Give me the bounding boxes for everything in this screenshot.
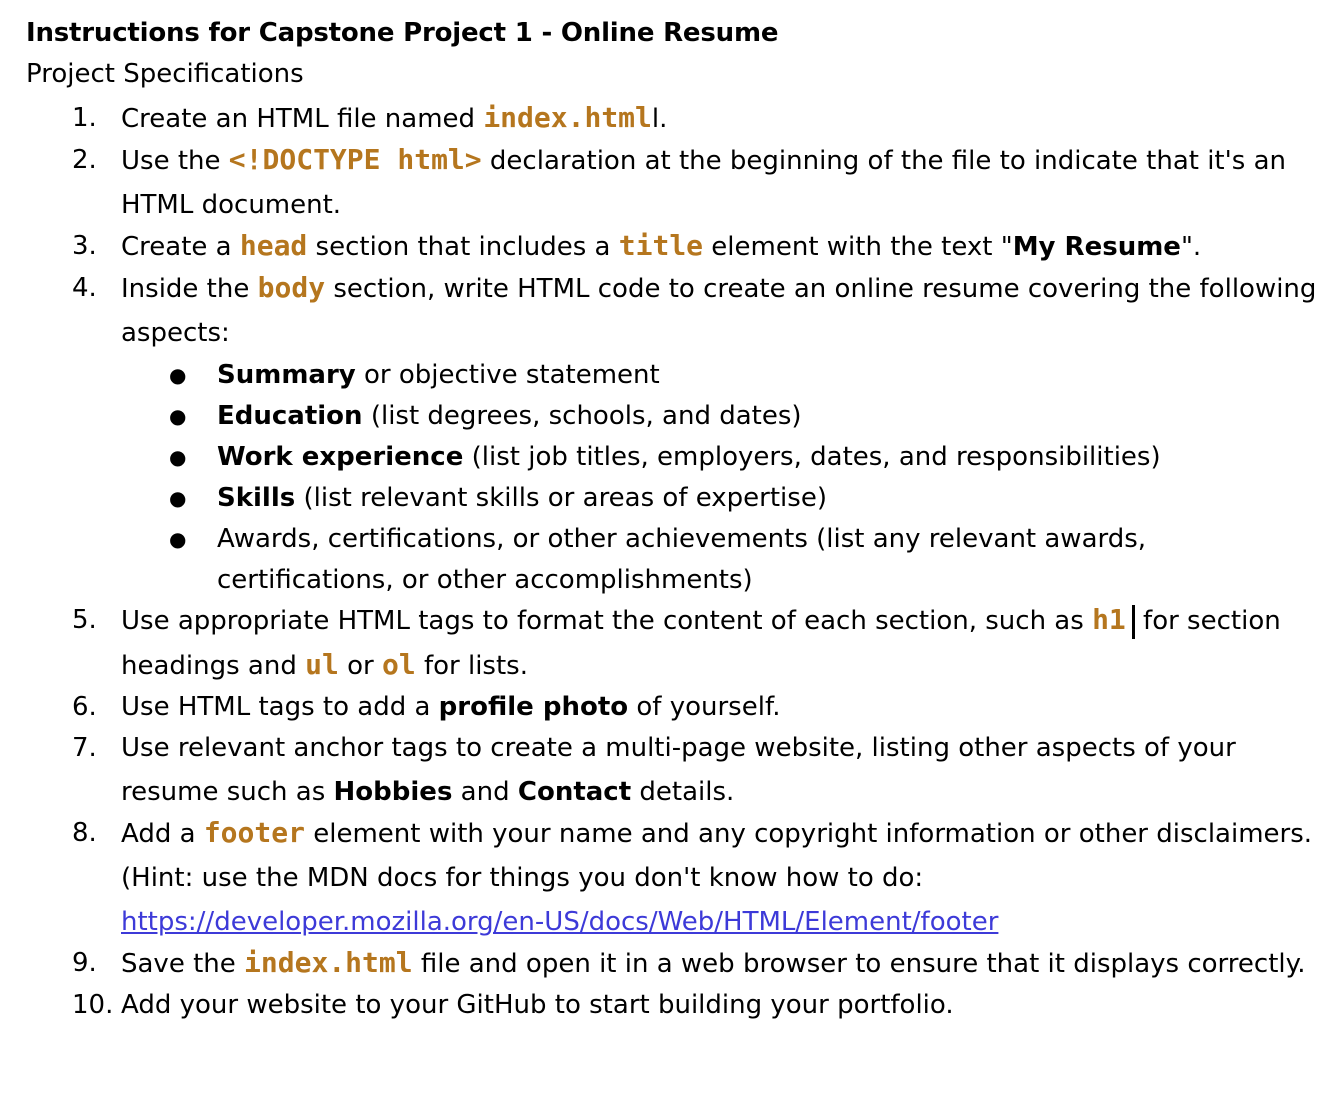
aspect-text: (list relevant skills or areas of expert… [295, 483, 827, 513]
aspect-text: (list degrees, schools, and dates) [362, 401, 802, 431]
step-number: 9. [72, 948, 97, 978]
aspect-item: ● Education (list degrees, schools, and … [121, 396, 1326, 437]
code-keyword: head [239, 229, 308, 262]
step-text: Create a [121, 232, 240, 262]
aspect-bold: Work experience [217, 442, 464, 472]
aspect-bold: Skills [217, 483, 296, 513]
steps-list: 1. Create an HTML file named index.htmll… [26, 96, 1326, 1027]
step-text: for lists. [415, 651, 528, 681]
step-text: element with the text " [703, 232, 1013, 262]
code-keyword: ol [381, 648, 416, 681]
step-text: and [452, 777, 518, 807]
step-text: or [338, 651, 382, 681]
step-item-2: 2. Use the <!DOCTYPE html> declaration a… [26, 138, 1326, 227]
code-keyword: title [618, 229, 704, 262]
aspect-text: Awards, certifications, or other achieve… [217, 524, 1147, 595]
step-item-3: 3. Create a head section that includes a… [26, 224, 1326, 269]
step-text: ". [1180, 232, 1202, 262]
step-number: 1. [72, 103, 97, 133]
step-text: Add your website to your GitHub to start… [121, 990, 954, 1020]
aspect-item: ● Awards, certifications, or other achie… [121, 519, 1326, 601]
bold-text: My Resume [1012, 232, 1181, 262]
bold-text: Contact [517, 777, 632, 807]
code-keyword: footer [203, 816, 305, 849]
bullet-icon: ● [169, 486, 187, 510]
bullet-icon: ● [169, 527, 187, 551]
step-text: Use the [121, 146, 229, 176]
document-title: Instructions for Capstone Project 1 - On… [26, 18, 779, 48]
step-number: 8. [72, 818, 97, 848]
step-text: Use HTML tags to add a [121, 692, 439, 722]
code-keyword: ul [305, 648, 339, 681]
step-text: Create an HTML file named [121, 104, 484, 134]
aspect-item: ● Skills (list relevant skills or areas … [121, 478, 1326, 519]
aspects-list: ● Summary or objective statement ● Educa… [121, 355, 1326, 601]
aspect-bold: Education [217, 401, 363, 431]
step-text: section that includes a [307, 232, 619, 262]
step-number: 3. [72, 231, 97, 261]
code-keyword: index.html [483, 101, 652, 134]
step-item-1: 1. Create an HTML file named index.htmll… [26, 96, 1326, 141]
aspect-item: ● Summary or objective statement [121, 355, 1326, 396]
bold-text: profile photo [438, 692, 629, 722]
step-item-10: 10. Add your website to your GitHub to s… [26, 983, 1326, 1027]
step-item-7: 7. Use relevant anchor tags to create a … [26, 726, 1326, 814]
bullet-icon: ● [169, 404, 187, 428]
step-item-9: 9. Save the index.html file and open it … [26, 941, 1326, 986]
code-keyword: h1 [1092, 603, 1126, 636]
code-keyword: <!DOCTYPE html> [228, 143, 482, 176]
step-number: 6. [72, 692, 97, 722]
aspect-item: ● Work experience (list job titles, empl… [121, 437, 1326, 478]
step-text: of yourself. [628, 692, 781, 722]
step-item-6: 6. Use HTML tags to add a profile photo … [26, 685, 1326, 729]
step-text: l. [651, 104, 668, 134]
step-text: Inside the [121, 274, 258, 304]
document: Instructions for Capstone Project 1 - On… [26, 14, 1326, 1024]
bold-text: Hobbies [333, 777, 453, 807]
step-number: 10. [72, 990, 114, 1020]
document-subtitle: Project Specifications [26, 59, 304, 89]
step-text: Use appropriate HTML tags to format the … [121, 606, 1093, 636]
aspect-bold: Summary [217, 360, 356, 390]
mdn-footer-link[interactable]: https://developer.mozilla.org/en-US/docs… [121, 907, 998, 937]
step-text: Add a [121, 819, 204, 849]
aspect-text: (list job titles, employers, dates, and … [463, 442, 1161, 472]
bullet-icon: ● [169, 363, 187, 387]
step-text: Save the [121, 949, 245, 979]
step-text: file and open it in a web browser to ens… [412, 949, 1306, 979]
bullet-icon: ● [169, 445, 187, 469]
step-item-4: 4. Inside the body section, write HTML c… [26, 266, 1326, 601]
step-item-5: 5. Use appropriate HTML tags to format t… [26, 598, 1326, 688]
step-text: details. [631, 777, 735, 807]
code-keyword: index.html [244, 946, 413, 979]
step-number: 7. [72, 733, 97, 763]
step-number: 2. [72, 145, 97, 175]
code-keyword: body [257, 271, 326, 304]
step-number: 5. [72, 605, 97, 635]
step-item-8: 8. Add a footer element with your name a… [26, 811, 1326, 944]
step-number: 4. [72, 273, 97, 303]
aspect-text: or objective statement [355, 360, 660, 390]
